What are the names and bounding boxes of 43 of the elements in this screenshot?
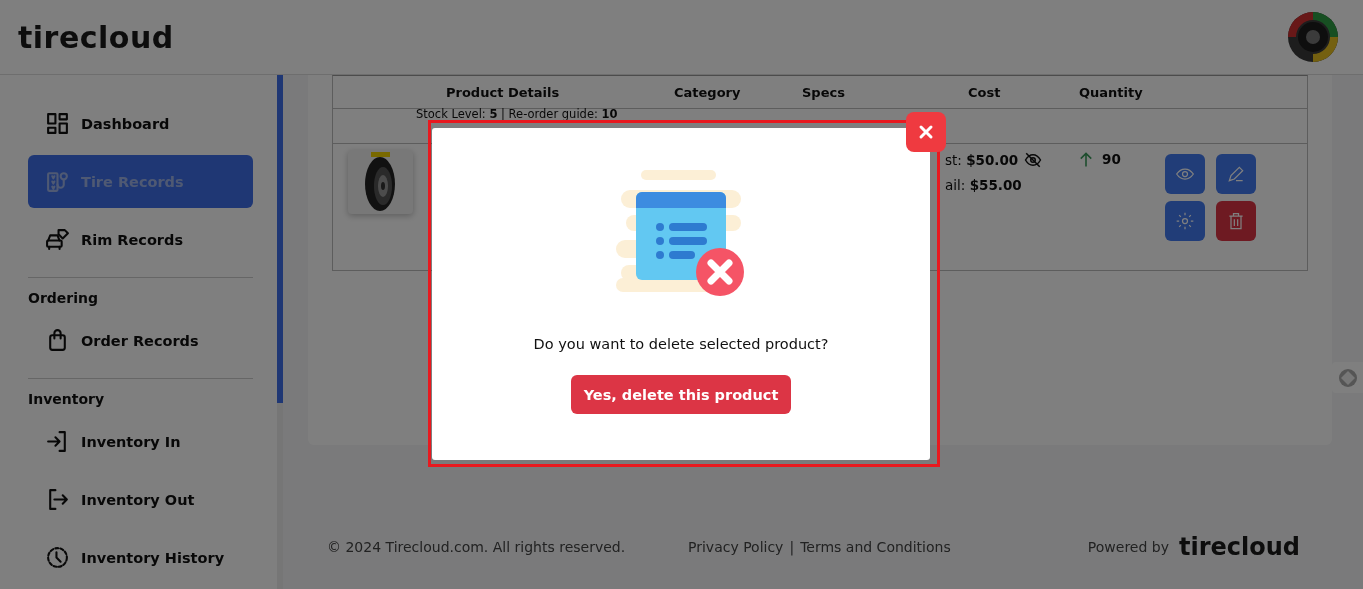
pencil-icon: [1226, 164, 1246, 184]
sidebar-item[interactable]: Dashboard: [28, 97, 253, 150]
floating-widget[interactable]: [1332, 362, 1363, 393]
column-header: Category: [674, 84, 742, 100]
sidebar-item[interactable]: Inventory History: [28, 531, 253, 584]
section-heading: Ordering: [28, 289, 99, 308]
edit-button[interactable]: [1216, 154, 1256, 194]
separator-text: |: [789, 539, 795, 555]
column-header: Quantity: [1079, 84, 1144, 100]
settings-button[interactable]: [1165, 201, 1205, 241]
sidebar-item[interactable]: Inventory Out: [28, 473, 253, 526]
delete-button[interactable]: [1216, 201, 1256, 241]
stock-text: Stock Level: 5 | Re-order guide: 10: [416, 109, 618, 120]
circle-icon: [1337, 367, 1358, 388]
scrollbar-thumb[interactable]: [277, 75, 283, 403]
footer-link[interactable]: Privacy Policy: [688, 539, 784, 555]
sidebar-item[interactable]: Inventory In: [28, 415, 253, 468]
confirm-delete-button[interactable]: Yes, delete this product: [570, 375, 792, 414]
sidebar-item[interactable]: Rim Records: [28, 213, 253, 266]
sidebar-item[interactable]: Order Records: [28, 314, 253, 367]
cost-text: st: $50.00: [945, 152, 1019, 168]
close-button[interactable]: [906, 112, 946, 152]
section-heading: Inventory: [28, 390, 106, 409]
retail-price-text: ail: $55.00: [945, 177, 1023, 193]
eye-off-icon[interactable]: [1024, 151, 1043, 169]
column-header: Cost: [967, 84, 1002, 100]
history-icon: [45, 545, 70, 570]
footer-logo: tirecloud: [1178, 533, 1300, 561]
column-header: Product Details: [445, 84, 561, 100]
car-icon: [45, 227, 70, 252]
logo[interactable]: tirecloud: [18, 19, 174, 55]
powered-by-text: Powered by: [1087, 539, 1169, 555]
trash-icon: [1226, 211, 1246, 231]
quantity-text: 90: [1102, 151, 1121, 167]
column-header: Specs: [802, 84, 846, 100]
up-arrow-icon: [1079, 151, 1093, 168]
view-button[interactable]: [1165, 154, 1205, 194]
tire-icon: [45, 169, 70, 194]
dashboard-icon: [45, 111, 70, 136]
footer-link[interactable]: Terms and Conditions: [800, 539, 951, 555]
avatar[interactable]: [1288, 12, 1338, 62]
confirm-message: Do you want to delete selected product?: [533, 336, 829, 352]
copyright-text: © 2024 Tirecloud.com. All rights reserved.: [327, 539, 627, 555]
